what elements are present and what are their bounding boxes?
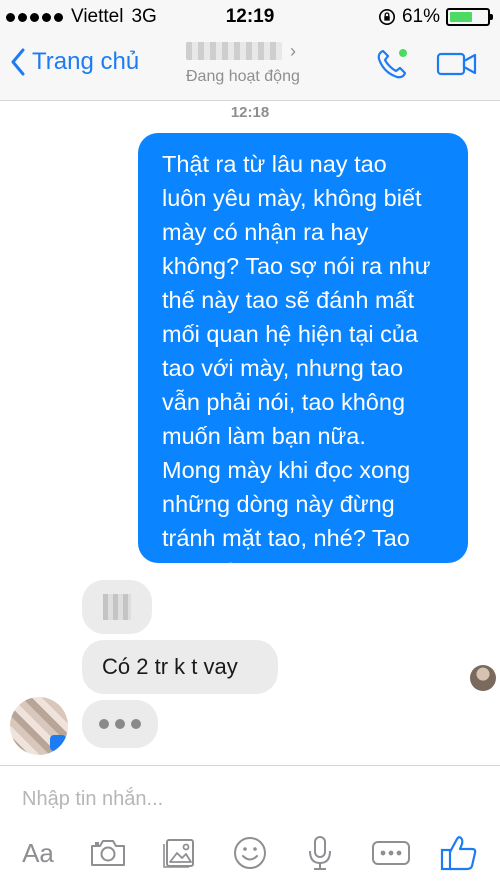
contact-name: ›: [186, 40, 326, 62]
more-button[interactable]: [370, 831, 412, 875]
battery-icon: [446, 8, 493, 26]
microphone-button[interactable]: [300, 831, 340, 875]
conversation-header: Trang chủ › Đang hoạt động: [0, 34, 500, 101]
typing-dot: [99, 719, 109, 729]
message-timestamp: 12:18: [230, 104, 270, 121]
phone-call-icon[interactable]: [374, 46, 410, 82]
video-call-icon[interactable]: [436, 50, 478, 78]
typing-dot: [115, 719, 125, 729]
read-receipt-avatar: [470, 665, 496, 691]
outgoing-message-bubble[interactable]: Thật ra từ lâu nay tao luôn yêu mày, khô…: [138, 133, 468, 585]
composer-toolbar: Aa: [0, 831, 500, 883]
chevron-left-icon: [11, 48, 25, 76]
messenger-badge-icon: [50, 735, 66, 751]
incoming-message-bubble-blurred[interactable]: [82, 580, 152, 634]
incoming-message-bubble[interactable]: Có 2 tr k t vay: [82, 640, 278, 694]
battery-percent: 61%: [401, 6, 440, 27]
message-input[interactable]: Nhập tin nhắn...: [22, 788, 163, 811]
status-right: 61%: [378, 6, 493, 28]
like-icon: [440, 836, 477, 871]
camera-button[interactable]: [88, 831, 128, 875]
contact-info[interactable]: › Đang hoạt động: [186, 40, 326, 86]
text-format-button[interactable]: Aa: [16, 831, 60, 875]
emoji-icon: [234, 837, 266, 869]
battery-fill: [450, 12, 472, 22]
outgoing-message-text: Thật ra từ lâu nay tao luôn yêu mày, khô…: [162, 151, 431, 585]
photo-icon: [163, 839, 194, 868]
back-button[interactable]: Trang chủ: [10, 48, 139, 76]
contact-status: Đang hoạt động: [186, 68, 300, 85]
photo-button[interactable]: [160, 831, 200, 875]
more-icon: [372, 841, 410, 865]
contact-avatar[interactable]: [10, 697, 68, 755]
blurred-contact-name: [186, 42, 282, 60]
blurred-message-content: [103, 594, 131, 620]
status-bar: Viettel 3G 12:19 61%: [0, 0, 500, 34]
emoji-button[interactable]: [230, 831, 270, 875]
rotation-lock-icon: [378, 8, 395, 26]
camera-icon: [91, 840, 125, 866]
chevron-right-icon: ›: [290, 40, 296, 61]
message-composer: Nhập tin nhắn... Aa: [0, 765, 500, 890]
back-label: Trang chủ: [32, 48, 140, 75]
like-button[interactable]: [438, 831, 480, 875]
microphone-icon: [309, 836, 331, 870]
typing-dot: [131, 719, 141, 729]
typing-indicator: [82, 700, 158, 748]
incoming-message-text: Có 2 tr k t vay: [102, 654, 238, 679]
